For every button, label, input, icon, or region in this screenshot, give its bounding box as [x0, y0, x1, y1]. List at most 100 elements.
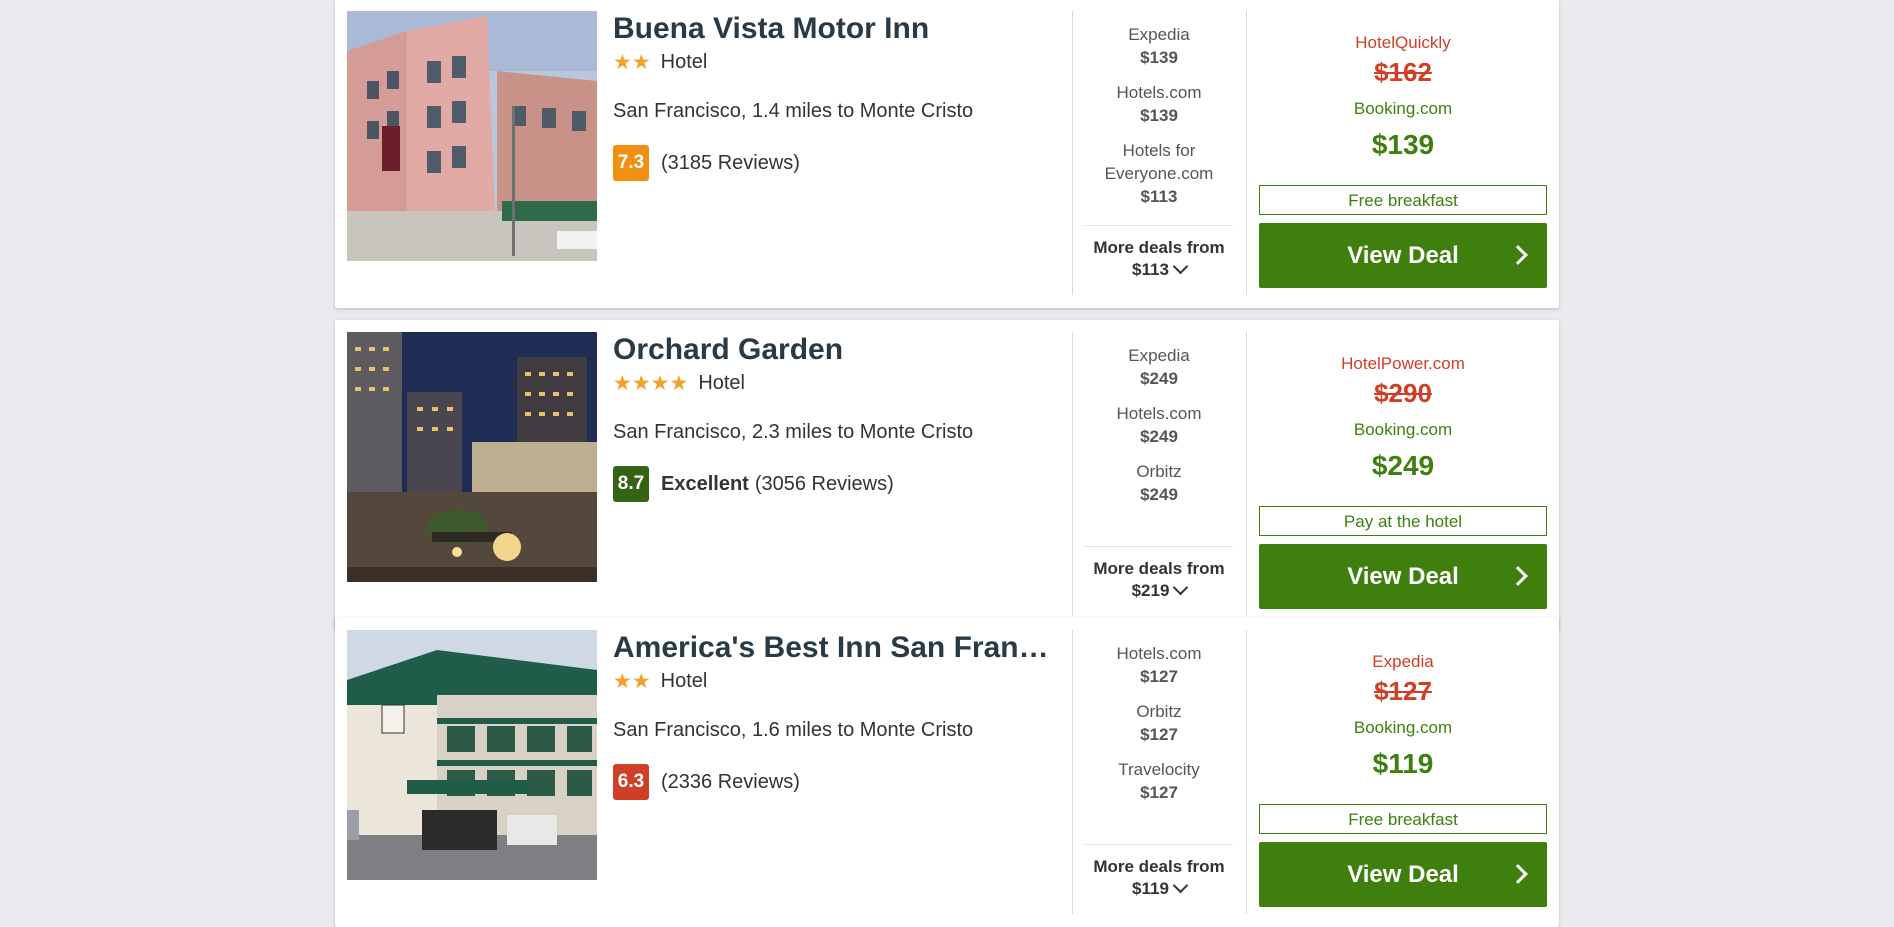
- more-deals-price: $113: [1132, 260, 1169, 279]
- hotel-type: Hotel: [660, 669, 708, 692]
- review-count[interactable]: (3056 Reviews): [755, 473, 894, 496]
- stars-row: ★★★★ Hotel: [613, 370, 1053, 396]
- deal-price: $127: [1140, 667, 1178, 686]
- view-deal-button[interactable]: View Deal: [1259, 544, 1547, 609]
- deal-price: $249: [1140, 485, 1178, 504]
- deal-site: Orbitz: [1136, 462, 1182, 481]
- compare-price: $162: [1374, 57, 1432, 87]
- compare-site: HotelPower.com: [1341, 354, 1465, 373]
- deal-item[interactable]: Hotels.com $127: [1085, 642, 1233, 688]
- review-count[interactable]: (2336 Reviews): [661, 771, 800, 794]
- hotel-card: America's Best Inn San Francisco ★★ Hote…: [335, 618, 1559, 927]
- night-rooftop-photo: [347, 332, 597, 582]
- featured-offer: Expedia $127 Booking.com $119 Free break…: [1259, 630, 1547, 907]
- hotel-name[interactable]: America's Best Inn San Francisco: [613, 630, 1053, 666]
- more-deals-label: More deals from: [1093, 857, 1225, 876]
- best-deal-price: $139: [1371, 129, 1435, 160]
- deal-price: $139: [1140, 106, 1178, 125]
- deal-site: Hotels for Everyone.com: [1104, 141, 1214, 183]
- divider: [1085, 844, 1233, 845]
- motel-photo: [347, 630, 597, 880]
- rating-row: 8.7 Excellent (3056 Reviews): [613, 466, 1053, 502]
- deal-item[interactable]: Hotels.com $249: [1085, 402, 1233, 448]
- perk-badge: Free breakfast: [1259, 804, 1547, 834]
- hotel-name[interactable]: Orchard Garden: [613, 332, 1053, 368]
- deal-site: Expedia: [1128, 346, 1190, 365]
- divider: [1072, 630, 1073, 914]
- chevron-down-icon: [1172, 877, 1189, 894]
- hotel-name[interactable]: Buena Vista Motor Inn: [613, 11, 1053, 47]
- deal-site: Travelocity: [1118, 760, 1200, 779]
- deal-price: $249: [1140, 427, 1178, 446]
- best-deal-price: $119: [1372, 748, 1434, 779]
- stars-row: ★★ Hotel: [613, 668, 1053, 694]
- view-deal-label: View Deal: [1347, 861, 1459, 888]
- hotel-type: Hotel: [698, 371, 746, 394]
- deal-item[interactable]: Hotels.com $139: [1085, 81, 1233, 127]
- deal-price: $127: [1140, 725, 1178, 744]
- chevron-right-icon: [1508, 566, 1528, 586]
- chevron-down-icon: [1173, 579, 1189, 596]
- hotel-info: America's Best Inn San Francisco ★★ Hote…: [613, 630, 1053, 800]
- best-deal-site: Booking.com: [1353, 420, 1453, 439]
- deal-price: $139: [1140, 48, 1178, 67]
- compare-site: Expedia: [1372, 652, 1434, 671]
- deal-item[interactable]: Travelocity $127: [1085, 758, 1233, 804]
- deal-item[interactable]: Orbitz $127: [1085, 700, 1233, 746]
- best-deal-site: Booking.com: [1353, 718, 1453, 737]
- best-deal-site: Booking.com: [1353, 99, 1453, 118]
- more-deals-label: More deals from: [1093, 238, 1225, 257]
- deal-list: Hotels.com $127 Orbitz $127 Travelocity …: [1085, 630, 1233, 804]
- pink-building-photo: [347, 11, 597, 261]
- deal-item[interactable]: Hotels for Everyone.com $113: [1085, 139, 1233, 208]
- hotel-photo[interactable]: [347, 11, 597, 261]
- deal-item[interactable]: Expedia $249: [1085, 344, 1233, 390]
- hotel-info: Orchard Garden ★★★★ Hotel San Francisco,…: [613, 332, 1053, 502]
- divider: [1085, 225, 1233, 226]
- rating-row: 7.3 (3185 Reviews): [613, 145, 1053, 181]
- chevron-right-icon: [1508, 245, 1528, 265]
- compare-site: HotelQuickly: [1355, 33, 1451, 52]
- rating-word: Excellent: [661, 472, 749, 495]
- hotel-photo[interactable]: [347, 630, 597, 880]
- deal-list: Expedia $139 Hotels.com $139 Hotels for …: [1085, 11, 1233, 208]
- view-deal-button[interactable]: View Deal: [1259, 842, 1547, 907]
- score-badge: 6.3: [613, 764, 649, 800]
- chevron-right-icon: [1508, 864, 1528, 884]
- divider: [1072, 332, 1073, 616]
- hotel-location: San Francisco, 1.4 miles to Monte Cristo: [613, 100, 974, 122]
- hotel-location: San Francisco, 2.3 miles to Monte Cristo: [613, 421, 974, 443]
- view-deal-label: View Deal: [1347, 242, 1459, 269]
- star-rating-icon: ★★: [613, 50, 651, 74]
- hotel-info: Buena Vista Motor Inn ★★ Hotel San Franc…: [613, 11, 1053, 181]
- compare-price: $290: [1374, 378, 1432, 408]
- score-badge: 8.7: [613, 466, 649, 502]
- more-deals-button[interactable]: More deals from $113: [1085, 237, 1233, 281]
- perk-badge: Free breakfast: [1259, 185, 1547, 215]
- featured-offer: HotelPower.com $290 Booking.com $249 Pay…: [1259, 332, 1547, 609]
- deal-price: $113: [1140, 187, 1178, 206]
- deal-site: Hotels.com: [1116, 404, 1202, 423]
- hotel-photo[interactable]: [347, 332, 597, 582]
- divider: [1246, 11, 1247, 295]
- divider: [1246, 630, 1247, 914]
- view-deal-button[interactable]: View Deal: [1259, 223, 1547, 288]
- deal-price: $127: [1140, 783, 1178, 802]
- star-rating-icon: ★★: [613, 669, 651, 693]
- more-deals-button[interactable]: More deals from $219: [1085, 558, 1233, 602]
- more-deals-price: $119: [1132, 879, 1169, 898]
- stars-row: ★★ Hotel: [613, 49, 1053, 75]
- more-deals-button[interactable]: More deals from $119: [1085, 856, 1233, 900]
- deal-item[interactable]: Expedia $139: [1085, 23, 1233, 69]
- view-deal-label: View Deal: [1347, 563, 1459, 590]
- deal-item[interactable]: Orbitz $249: [1085, 460, 1233, 506]
- review-count[interactable]: (3185 Reviews): [661, 152, 800, 175]
- deal-site: Hotels.com: [1116, 644, 1202, 663]
- more-deals-price: $219: [1131, 581, 1170, 600]
- deal-site: Hotels.com: [1116, 83, 1202, 102]
- deal-price: $249: [1140, 369, 1178, 388]
- star-rating-icon: ★★★★: [613, 371, 689, 395]
- divider: [1085, 546, 1233, 547]
- deal-list: Expedia $249 Hotels.com $249 Orbitz $249: [1085, 332, 1233, 506]
- best-deal-price: $249: [1371, 450, 1435, 481]
